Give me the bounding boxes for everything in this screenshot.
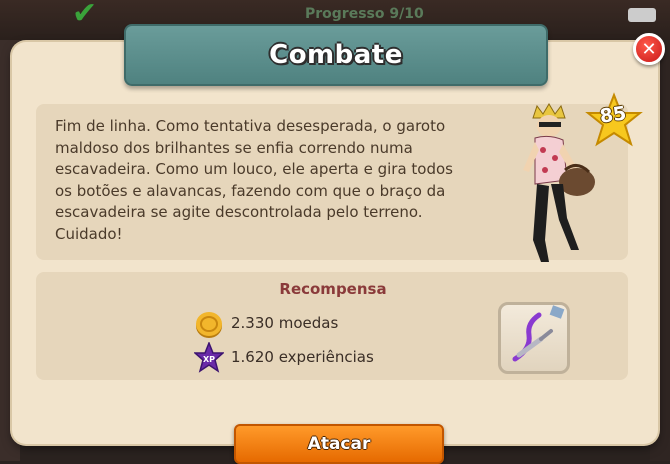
attack-label: Atacar <box>307 434 371 454</box>
xp-badge-text: XP <box>203 355 215 364</box>
checkmark-icon: ✔ <box>72 0 98 31</box>
attack-button[interactable]: Atacar <box>234 424 444 464</box>
dialog-title: Combate <box>269 40 403 70</box>
coin-reward: 2.330 moedas <box>231 314 339 332</box>
coin-icon <box>196 312 222 338</box>
reward-item-slot[interactable] <box>498 302 570 374</box>
title-banner: Combate <box>124 24 548 86</box>
xp-reward: 1.620 experiências <box>231 348 374 366</box>
close-button[interactable]: ✕ <box>633 33 665 65</box>
xp-star-icon: XP <box>194 342 224 373</box>
reward-title: Recompensa <box>279 280 387 298</box>
purple-whip-icon <box>512 305 565 362</box>
background-progress: Progresso 9/10 <box>305 6 424 22</box>
background-widget <box>628 8 656 22</box>
story-text: Fim de linha. Como tentativa desesperada… <box>55 117 453 243</box>
close-icon: ✕ <box>641 38 657 60</box>
